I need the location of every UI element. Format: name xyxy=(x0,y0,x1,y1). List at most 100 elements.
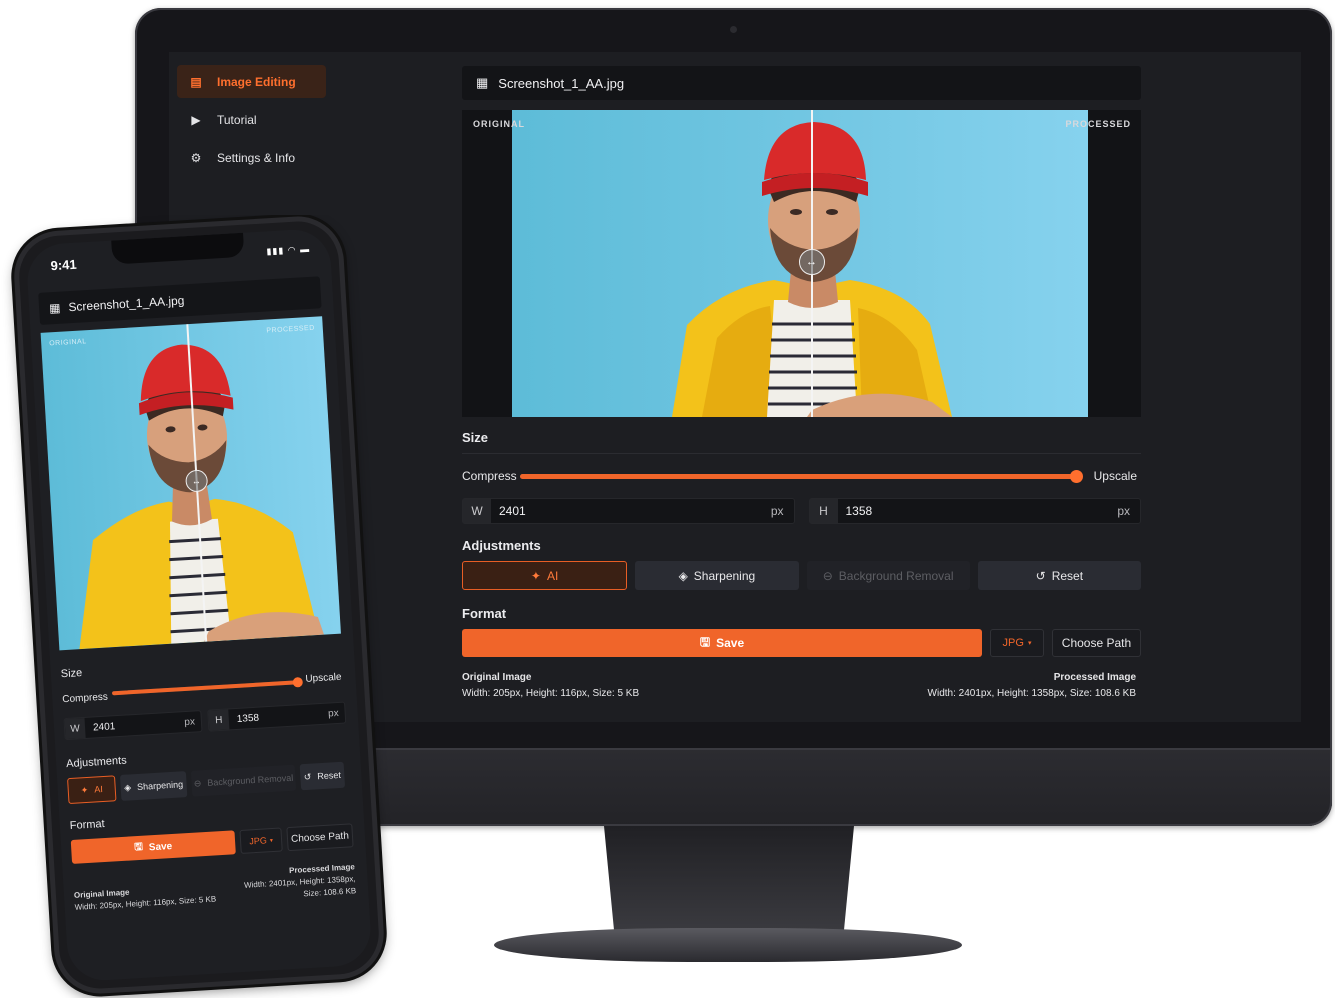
reset-label: Reset xyxy=(1051,568,1084,583)
monitor-stand-base xyxy=(494,928,962,962)
width-field[interactable]: W 2401 px xyxy=(462,498,795,524)
battery-icon: ▬ xyxy=(299,243,311,255)
sparkle-icon: ✦ xyxy=(80,784,89,795)
format-value: JPG xyxy=(1002,637,1024,649)
upscale-label: Upscale xyxy=(1093,469,1137,483)
mobile-width-field[interactable]: W 2401 px xyxy=(63,710,203,741)
mobile-image-info: Original Image Width: 205px, Height: 116… xyxy=(73,861,357,914)
background-removal-button[interactable]: ⊖ Background Removal xyxy=(806,561,970,590)
mobile-adjustments-row: ✦ AI ◈ Sharpening ⊖ Background Removal ↺… xyxy=(67,761,350,805)
mobile-format-value: JPG xyxy=(249,835,268,847)
height-tag: H xyxy=(809,499,838,523)
mobile-save-button[interactable]: 🖫 Save xyxy=(70,830,236,864)
file-bar: ▦ Screenshot_1_AA.jpg xyxy=(462,66,1141,100)
mobile-width-value[interactable]: 2401 xyxy=(85,717,185,734)
mobile-reset-label: Reset xyxy=(317,769,342,782)
mobile-choose-path-button[interactable]: Choose Path xyxy=(286,823,354,852)
mobile-original-info: Original Image Width: 205px, Height: 116… xyxy=(73,870,217,914)
mobile-main-panel: ▦ Screenshot_1_AA.jpg ORIGINAL PROCESSED… xyxy=(38,276,356,914)
mobile-ai-label: AI xyxy=(93,784,104,795)
mobile-sharpening-button[interactable]: ◈ Sharpening xyxy=(119,771,188,801)
original-info-details: Width: 205px, Height: 116px, Size: 5 KB xyxy=(462,688,640,699)
main-panel: ▦ Screenshot_1_AA.jpg ORIGINAL PROCESSED… xyxy=(462,66,1141,702)
reset-icon: ↺ xyxy=(1035,568,1046,583)
mobile-height-tag: H xyxy=(208,709,230,731)
save-icon: 🖫 xyxy=(699,634,711,649)
mobile-compress-label: Compress xyxy=(62,691,109,706)
sparkle-icon: ✦ xyxy=(530,568,541,583)
reset-icon: ↺ xyxy=(303,771,312,782)
size-slider-knob[interactable] xyxy=(1070,470,1083,483)
image-info: Original Image Width: 205px, Height: 116… xyxy=(462,670,1141,702)
sharpening-label: Sharpening xyxy=(693,568,756,583)
original-info: Original Image Width: 205px, Height: 116… xyxy=(462,670,639,702)
size-slider[interactable] xyxy=(520,470,1083,483)
processed-info-title: Processed Image xyxy=(1053,672,1136,683)
mobile-file-bar: ▦ Screenshot_1_AA.jpg xyxy=(38,276,322,325)
chevron-down-icon: ▾ xyxy=(1027,640,1032,647)
choose-path-label: Choose Path xyxy=(1061,636,1132,650)
format-row: 🖫 Save JPG ▾ Choose Path xyxy=(462,629,1141,657)
processed-label: PROCESSED xyxy=(1065,119,1131,129)
status-icons: ▮▮▮ ◠ ▬ xyxy=(266,244,310,258)
mobile-height-value[interactable]: 1358 xyxy=(229,708,329,725)
mobile-ai-button[interactable]: ✦ AI xyxy=(67,775,117,805)
phone-device: 9:41 ▮▮▮ ◠ ▬ ▦ Screenshot_1_AA.jpg ORIGI… xyxy=(11,215,387,997)
processed-info: Processed Image Width: 2401px, Height: 1… xyxy=(928,670,1141,702)
mobile-file-name: Screenshot_1_AA.jpg xyxy=(68,293,185,315)
mobile-size-slider[interactable] xyxy=(111,676,304,696)
sharpening-button[interactable]: ◈ Sharpening xyxy=(635,561,799,590)
comparison-handle[interactable]: ↔ xyxy=(798,249,825,275)
mobile-size-slider-fill xyxy=(111,680,298,696)
dimension-fields: W 2401 px H 1358 px xyxy=(462,498,1141,524)
save-label: Save xyxy=(716,636,745,650)
divider xyxy=(462,453,1141,454)
play-icon: ▶ xyxy=(191,112,201,127)
mobile-width-unit: px xyxy=(184,715,196,728)
mobile-comparison-preview: ORIGINAL PROCESSED ↔ xyxy=(40,316,341,651)
mobile-background-removal-label: Background Removal xyxy=(207,772,294,788)
mobile-reset-button[interactable]: ↺ Reset xyxy=(299,761,346,791)
sidebar-item-settings[interactable]: ⚙ Settings & Info xyxy=(177,141,326,174)
sidebar-item-image-editing[interactable]: ▤ Image Editing xyxy=(177,65,326,98)
mobile-background-removal-button[interactable]: ⊖ Background Removal xyxy=(190,764,297,797)
format-section-title: Format xyxy=(462,606,507,621)
image-file-icon: ▦ xyxy=(48,300,61,316)
size-section-title: Size xyxy=(462,430,489,445)
signal-icon: ▮▮▮ xyxy=(266,245,285,257)
mobile-choose-path-label: Choose Path xyxy=(290,830,350,845)
mobile-format-select[interactable]: JPG ▾ xyxy=(239,827,283,854)
original-info-title: Original Image xyxy=(462,672,532,683)
status-time: 9:41 xyxy=(50,256,78,274)
sidebar-item-label: Tutorial xyxy=(217,112,257,127)
remove-circle-icon: ⊖ xyxy=(822,568,833,583)
save-button[interactable]: 🖫 Save xyxy=(462,629,982,657)
mobile-size-slider-knob[interactable] xyxy=(292,676,304,688)
format-select[interactable]: JPG ▾ xyxy=(990,629,1044,657)
mobile-height-field[interactable]: H 1358 px xyxy=(207,701,347,732)
compress-label: Compress xyxy=(462,469,517,483)
background-removal-label: Background Removal xyxy=(838,568,954,583)
height-unit: px xyxy=(1117,504,1130,518)
file-name: Screenshot_1_AA.jpg xyxy=(498,75,625,91)
mobile-height-unit: px xyxy=(327,707,339,720)
diamond-icon: ◈ xyxy=(678,568,688,583)
size-slider-fill xyxy=(520,474,1077,479)
reset-button[interactable]: ↺ Reset xyxy=(977,561,1141,590)
mobile-app-screen: 9:41 ▮▮▮ ◠ ▬ ▦ Screenshot_1_AA.jpg ORIGI… xyxy=(25,227,373,983)
processed-info-details: Width: 2401px, Height: 1358px, Size: 108… xyxy=(927,688,1136,699)
wifi-icon: ◠ xyxy=(287,244,297,256)
remove-circle-icon: ⊖ xyxy=(193,777,202,789)
save-icon: 🖫 xyxy=(133,841,144,853)
height-field[interactable]: H 1358 px xyxy=(808,498,1141,524)
sidebar-item-tutorial[interactable]: ▶ Tutorial xyxy=(177,103,326,136)
ai-button[interactable]: ✦ AI xyxy=(462,561,628,590)
image-file-icon: ▦ xyxy=(476,75,489,90)
phone-mockup-area: 9:41 ▮▮▮ ◠ ▬ ▦ Screenshot_1_AA.jpg ORIGI… xyxy=(0,215,400,998)
mobile-processed-info: Processed Image Width: 2401px, Height: 1… xyxy=(243,861,357,904)
height-value[interactable]: 1358 xyxy=(838,504,1118,518)
image-editing-icon: ▤ xyxy=(190,74,202,89)
width-value[interactable]: 2401 xyxy=(491,504,771,518)
mobile-width-tag: W xyxy=(64,717,86,740)
choose-path-button[interactable]: Choose Path xyxy=(1052,629,1141,657)
